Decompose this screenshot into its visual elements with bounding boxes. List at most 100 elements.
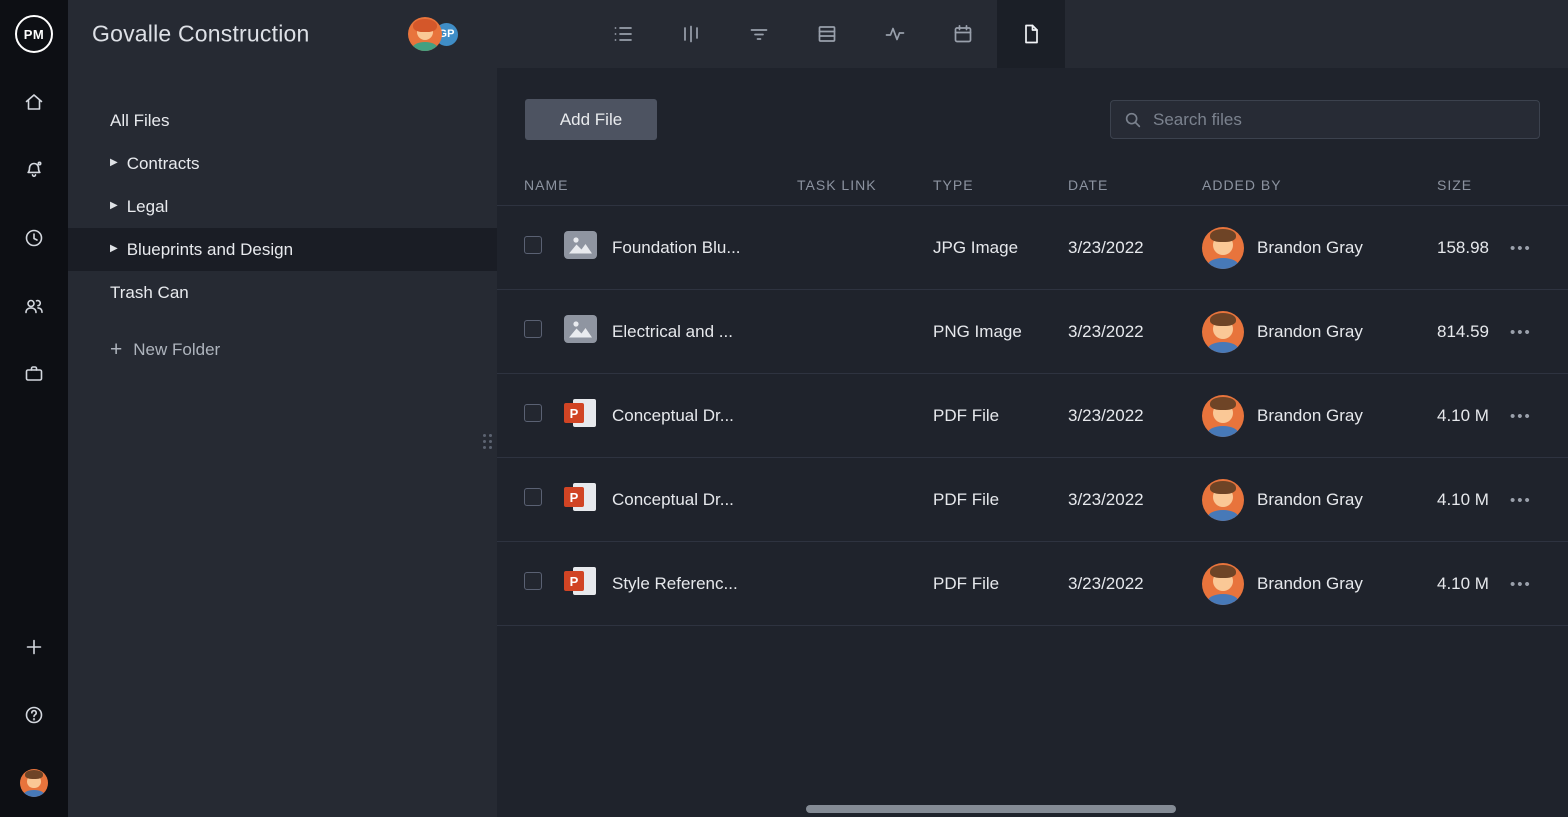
row-menu-icon[interactable]: ••• [1510,240,1532,257]
table-row[interactable]: Electrical and ... PNG Image 3/23/2022 B… [497,290,1568,374]
new-folder-button[interactable]: + New Folder [68,328,497,371]
activity-view-icon[interactable] [861,0,929,68]
added-by-name: Brandon Gray [1257,406,1363,426]
search-box[interactable] [1110,100,1540,139]
file-name[interactable]: Foundation Blu... [612,238,797,258]
row-checkbox[interactable] [524,320,542,338]
folder-item-all-files[interactable]: All Files [68,99,497,142]
panel-resize-handle[interactable] [483,434,492,449]
column-header-added-by[interactable]: ADDED BY [1202,177,1437,193]
sheet-view-icon[interactable] [793,0,861,68]
file-date: 3/23/2022 [1068,574,1202,594]
powerpoint-file-icon: P [564,482,597,512]
folder-item-blueprints-and-design[interactable]: ▶ Blueprints and Design [68,228,497,271]
added-by-cell: Brandon Gray [1202,563,1437,605]
search-input[interactable] [1153,110,1527,130]
row-checkbox[interactable] [524,404,542,422]
file-name[interactable]: Conceptual Dr... [612,490,797,510]
column-header-name[interactable]: NAME [524,177,797,193]
files-toolbar: Add File [497,68,1568,165]
row-menu-icon[interactable]: ••• [1510,492,1532,509]
image-file-icon [564,315,597,343]
powerpoint-file-icon: P [564,566,597,596]
added-by-name: Brandon Gray [1257,322,1363,342]
file-type: PDF File [933,574,1068,594]
recent-clock-icon[interactable] [0,204,68,272]
list-view-icon[interactable] [589,0,657,68]
added-by-cell: Brandon Gray [1202,227,1437,269]
expand-arrow-icon[interactable]: ▶ [110,157,118,168]
column-header-type[interactable]: TYPE [933,177,1068,193]
file-size: 4.10 M [1437,406,1510,426]
added-by-name: Brandon Gray [1257,574,1363,594]
added-by-cell: Brandon Gray [1202,479,1437,521]
member-avatars[interactable]: GP [408,17,460,51]
added-by-cell: Brandon Gray [1202,311,1437,353]
table-row[interactable]: P Conceptual Dr... PDF File 3/23/2022 Br… [497,374,1568,458]
file-type: JPG Image [933,238,1068,258]
add-file-button[interactable]: Add File [525,99,657,140]
file-name[interactable]: Electrical and ... [612,322,797,342]
calendar-view-icon[interactable] [929,0,997,68]
app-logo[interactable]: PM [15,15,53,53]
image-file-icon [564,231,597,259]
file-size: 814.59 [1437,322,1510,342]
expand-arrow-icon[interactable]: ▶ [110,243,118,254]
portfolio-briefcase-icon[interactable] [0,340,68,408]
team-icon[interactable] [0,272,68,340]
help-icon[interactable] [0,681,68,749]
plus-icon: + [110,339,122,360]
added-by-avatar [1202,563,1244,605]
top-bar: Govalle Construction GP [68,0,1568,68]
row-menu-icon[interactable]: ••• [1510,324,1532,341]
add-plus-icon[interactable] [0,613,68,681]
table-row[interactable]: P Conceptual Dr... PDF File 3/23/2022 Br… [497,458,1568,542]
profile-avatar-wrap [0,749,68,817]
folder-item-legal[interactable]: ▶ Legal [68,185,497,228]
app-root: PM Govalle Construction GP [0,0,1568,817]
file-type: PDF File [933,490,1068,510]
file-size: 158.98 [1437,238,1510,258]
folder-label: All Files [110,111,170,131]
files-content: Add File NAME TASK LINK TYPE DATE ADDED … [497,68,1568,817]
file-type: PDF File [933,406,1068,426]
table-row[interactable]: P Style Referenc... PDF File 3/23/2022 B… [497,542,1568,626]
folder-label: Contracts [127,154,200,174]
row-menu-icon[interactable]: ••• [1510,408,1532,425]
column-header-task-link[interactable]: TASK LINK [797,177,933,193]
row-checkbox[interactable] [524,488,542,506]
expand-arrow-icon[interactable]: ▶ [110,200,118,211]
file-name[interactable]: Style Referenc... [612,574,797,594]
table-row[interactable]: Foundation Blu... JPG Image 3/23/2022 Br… [497,206,1568,290]
row-checkbox[interactable] [524,572,542,590]
file-size: 4.10 M [1437,490,1510,510]
view-tabs [589,0,1065,68]
user-avatar[interactable] [20,769,48,797]
added-by-name: Brandon Gray [1257,238,1363,258]
added-by-name: Brandon Gray [1257,490,1363,510]
file-name[interactable]: Conceptual Dr... [612,406,797,426]
folder-item-trash-can[interactable]: Trash Can [68,271,497,314]
column-header-size[interactable]: SIZE [1437,177,1510,193]
column-header-date[interactable]: DATE [1068,177,1202,193]
files-view-icon[interactable] [997,0,1065,68]
added-by-cell: Brandon Gray [1202,395,1437,437]
file-size: 4.10 M [1437,574,1510,594]
row-menu-icon[interactable]: ••• [1510,576,1532,593]
home-icon[interactable] [0,68,68,136]
row-checkbox[interactable] [524,236,542,254]
folder-label: Legal [127,197,169,217]
horizontal-scrollbar[interactable] [806,805,1176,813]
table-header: NAME TASK LINK TYPE DATE ADDED BY SIZE [497,165,1568,206]
filter-view-icon[interactable] [725,0,793,68]
added-by-avatar [1202,395,1244,437]
folder-label: Blueprints and Design [127,240,293,260]
added-by-avatar [1202,479,1244,521]
folder-item-contracts[interactable]: ▶ Contracts [68,142,497,185]
search-icon [1123,110,1143,130]
file-type: PNG Image [933,322,1068,342]
member-avatar[interactable] [408,17,442,51]
board-view-icon[interactable] [657,0,725,68]
folder-label: Trash Can [110,283,189,303]
notifications-bell-icon[interactable] [0,136,68,204]
